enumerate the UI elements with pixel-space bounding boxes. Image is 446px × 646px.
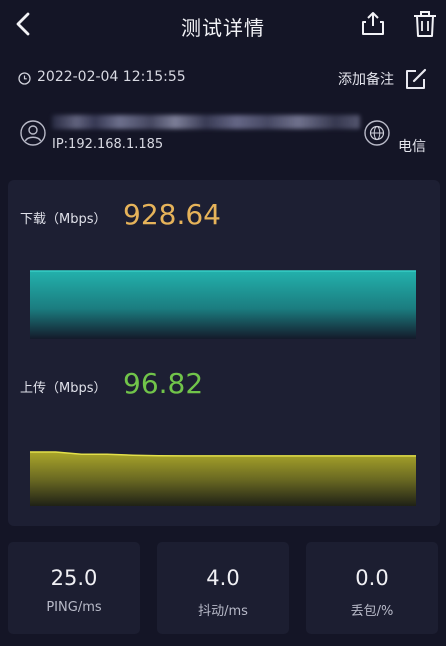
share-upload-icon[interactable] <box>360 11 386 37</box>
trash-icon[interactable] <box>412 10 438 38</box>
device-info-row: IP:192.168.1.185 电信 <box>0 112 446 162</box>
jitter-label: 抖动/ms <box>198 604 248 619</box>
add-note-button[interactable]: 添加备注 <box>338 69 394 89</box>
speed-chart-card: 下载（Mbps） 928.64 上传（Mbps） 96.82 <box>8 180 440 526</box>
meta-row: 2022-02-04 12:15:55 添加备注 <box>0 66 446 90</box>
speed-chart-svg <box>30 270 416 506</box>
ping-value: 25.0 <box>50 566 98 590</box>
ip-address: IP:192.168.1.185 <box>52 137 164 152</box>
stat-packet-loss: 0.0 丢包/% <box>306 542 438 634</box>
test-timestamp: 2022-02-04 12:15:55 <box>37 69 186 85</box>
packet-loss-value: 0.0 <box>355 566 389 590</box>
stat-jitter: 4.0 抖动/ms <box>157 542 289 634</box>
device-name-redacted <box>52 115 360 129</box>
jitter-value: 4.0 <box>206 566 240 590</box>
clock-icon <box>18 72 31 85</box>
packet-loss-label: 丢包/% <box>350 604 394 619</box>
ping-label: PING/ms <box>46 600 102 615</box>
header-bar: 测试详情 <box>0 0 446 52</box>
user-avatar-icon <box>20 120 46 146</box>
isp-name: 电信 <box>398 139 426 155</box>
stat-ping: 25.0 PING/ms <box>8 542 140 634</box>
download-area <box>30 271 416 339</box>
globe-icon <box>364 120 390 146</box>
upload-area <box>30 452 416 506</box>
edit-pencil-icon[interactable] <box>405 68 427 90</box>
